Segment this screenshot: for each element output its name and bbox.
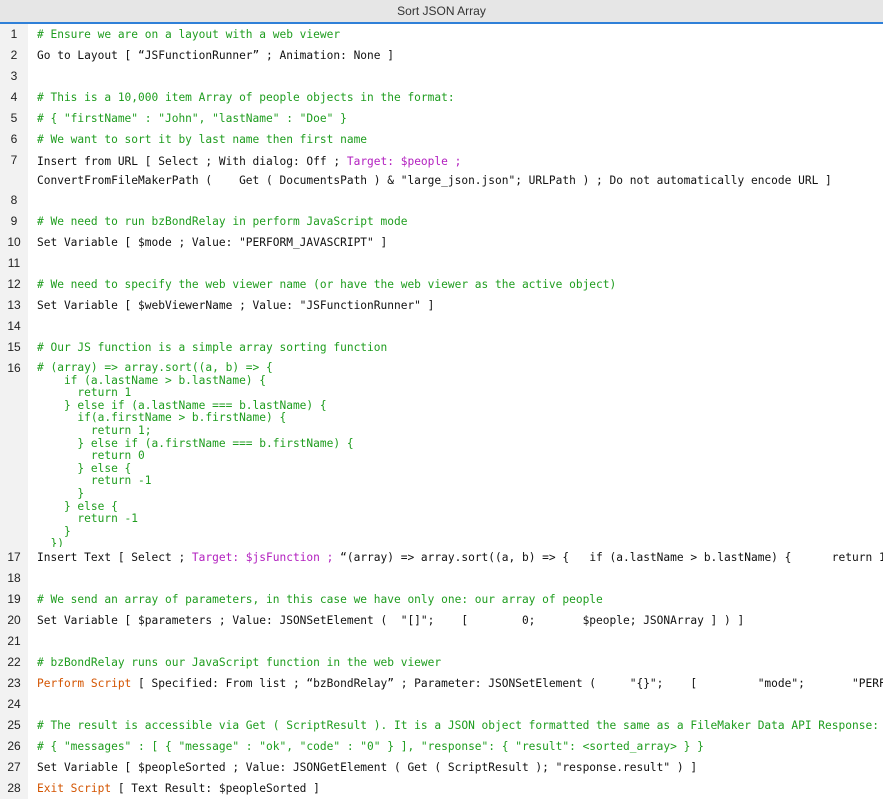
line-number: 15: [7, 340, 21, 354]
script-step-text: [28, 568, 37, 589]
step-text: Insert from URL [ Select ; With dialog: …: [37, 155, 347, 168]
script-line[interactable]: 3: [0, 66, 883, 87]
script-editor[interactable]: 1 # Ensure we are on a layout with a web …: [0, 24, 883, 799]
script-line[interactable]: 1 # Ensure we are on a layout with a web …: [0, 24, 883, 45]
script-line[interactable]: 14: [0, 316, 883, 337]
script-step-text: # bzBondRelay runs our JavaScript functi…: [37, 656, 442, 669]
script-line[interactable]: 27 Set Variable [ $peopleSorted ; Value: …: [0, 757, 883, 778]
script-step-text: # { "messages" : [ { "message" : "ok", "…: [37, 740, 704, 753]
step-text: [ Text Result: $peopleSorted ]: [111, 782, 320, 795]
script-line[interactable]: 24: [0, 694, 883, 715]
line-number: 20: [7, 613, 21, 627]
line-number: 5: [10, 111, 18, 125]
script-line[interactable]: 2 Go to Layout [ “JSFunctionRunner” ; Ani…: [0, 45, 883, 66]
script-step-text: # We want to sort it by last name then f…: [37, 133, 368, 146]
line-number: 4: [10, 90, 18, 104]
script-step-text: [28, 190, 37, 211]
line-number: 25: [7, 718, 21, 732]
step-text: [ Specified: From list ; “bzBondRelay” ;…: [131, 677, 883, 690]
script-line[interactable]: 4 # This is a 10,000 item Array of people…: [0, 87, 883, 108]
line-number: 23: [7, 676, 21, 690]
script-step-text: [28, 631, 37, 652]
line-number: 17: [7, 550, 21, 564]
script-step-text: # Our JS function is a simple array sort…: [37, 341, 388, 354]
window-title: Sort JSON Array: [0, 0, 883, 24]
script-step-text: [28, 694, 37, 715]
line-number: 2: [10, 48, 18, 62]
line-number: 7: [10, 153, 18, 167]
script-step-text: # We send an array of parameters, in thi…: [37, 593, 603, 606]
script-line[interactable]: 22 # bzBondRelay runs our JavaScript func…: [0, 652, 883, 673]
script-lines: 1 # Ensure we are on a layout with a web …: [0, 24, 883, 799]
script-step-text: Set Variable [ $mode ; Value: "PERFORM_J…: [37, 236, 388, 249]
target-variable: Target: $people ;: [346, 155, 462, 168]
script-step-text: Insert Text [ Select ; Target: $jsFuncti…: [28, 547, 883, 568]
target-variable: Target: $jsFunction ;: [191, 551, 334, 564]
script-line[interactable]: 28 Exit Script [ Text Result: $peopleSort…: [0, 778, 883, 799]
script-line[interactable]: 13 Set Variable [ $webViewerName ; Value:…: [0, 295, 883, 316]
script-step-text: Set Variable [ $peopleSorted ; Value: JS…: [37, 761, 698, 774]
line-number: 24: [7, 697, 21, 711]
script-step-keyword: Perform Script: [37, 677, 132, 690]
script-line[interactable]: 19 # We send an array of parameters, in t…: [0, 589, 883, 610]
script-step-text: Set Variable [ $webViewerName ; Value: "…: [37, 299, 435, 312]
line-number: 16: [7, 361, 21, 375]
script-step-text: # This is a 10,000 item Array of people …: [37, 91, 455, 104]
script-step-text: Exit Script [ Text Result: $peopleSorted…: [28, 778, 320, 799]
line-number: 28: [7, 781, 21, 795]
line-number: 3: [10, 69, 18, 83]
script-step-text: # We need to specify the web viewer name…: [37, 278, 617, 291]
line-number: 9: [10, 214, 18, 228]
script-step-text: Go to Layout [ “JSFunctionRunner” ; Anim…: [37, 49, 394, 62]
line-number: 10: [7, 235, 21, 249]
script-step-text: Insert from URL [ Select ; With dialog: …: [28, 150, 832, 190]
line-number: 22: [7, 655, 21, 669]
script-line[interactable]: 17 Insert Text [ Select ; Target: $jsFunc…: [0, 547, 883, 568]
script-step-keyword: Exit Script: [37, 782, 112, 795]
script-line[interactable]: 10 Set Variable [ $mode ; Value: "PERFORM…: [0, 232, 883, 253]
script-step-text: # Ensure we are on a layout with a web v…: [37, 28, 341, 41]
line-number: 12: [7, 277, 21, 291]
script-line[interactable]: 9 # We need to run bzBondRelay in perform…: [0, 211, 883, 232]
step-continuation-text: ConvertFromFileMakerPath ( Get ( Documen…: [37, 174, 832, 187]
line-number: 21: [7, 634, 21, 648]
script-step-text: # (array) => array.sort((a, b) => { if (…: [37, 361, 354, 547]
script-line[interactable]: 11: [0, 253, 883, 274]
script-step-text: # { "firstName" : "John", "lastName" : "…: [37, 112, 347, 125]
line-number: 14: [7, 319, 21, 333]
line-number: 6: [10, 132, 18, 146]
step-text: Insert Text [ Select ;: [37, 551, 192, 564]
step-text: “(array) => array.sort((a, b) => { if (a…: [333, 551, 883, 564]
line-number: 13: [7, 298, 21, 312]
line-number: 19: [7, 592, 21, 606]
script-line[interactable]: 23 Perform Script [ Specified: From list …: [0, 673, 883, 694]
line-number: 8: [10, 193, 18, 207]
script-line[interactable]: 16 # (array) => array.sort((a, b) => { if…: [0, 358, 883, 547]
script-line[interactable]: 15 # Our JS function is a simple array so…: [0, 337, 883, 358]
line-number: 27: [7, 760, 21, 774]
script-step-text: Perform Script [ Specified: From list ; …: [28, 673, 883, 694]
line-number: 1: [10, 27, 18, 41]
script-line[interactable]: 18: [0, 568, 883, 589]
script-line[interactable]: 25 # The result is accessible via Get ( S…: [0, 715, 883, 736]
script-line[interactable]: 12 # We need to specify the web viewer na…: [0, 274, 883, 295]
script-line[interactable]: 5 # { "firstName" : "John", "lastName" : …: [0, 108, 883, 129]
script-step-text: [28, 316, 37, 337]
script-step-text: [28, 66, 37, 87]
script-step-text: # We need to run bzBondRelay in perform …: [37, 215, 408, 228]
line-number: 18: [7, 571, 21, 585]
line-number: 11: [7, 256, 21, 270]
line-number: 26: [7, 739, 21, 753]
script-line[interactable]: 8: [0, 190, 883, 211]
script-step-text: [28, 253, 37, 274]
script-line[interactable]: 21: [0, 631, 883, 652]
script-step-text: # The result is accessible via Get ( Scr…: [37, 719, 879, 732]
script-step-text: Set Variable [ $parameters ; Value: JSON…: [37, 614, 745, 627]
script-line[interactable]: 7 Insert from URL [ Select ; With dialog:…: [0, 150, 883, 190]
script-line[interactable]: 20 Set Variable [ $parameters ; Value: JS…: [0, 610, 883, 631]
script-line[interactable]: 6 # We want to sort it by last name then …: [0, 129, 883, 150]
script-line[interactable]: 26 # { "messages" : [ { "message" : "ok",…: [0, 736, 883, 757]
